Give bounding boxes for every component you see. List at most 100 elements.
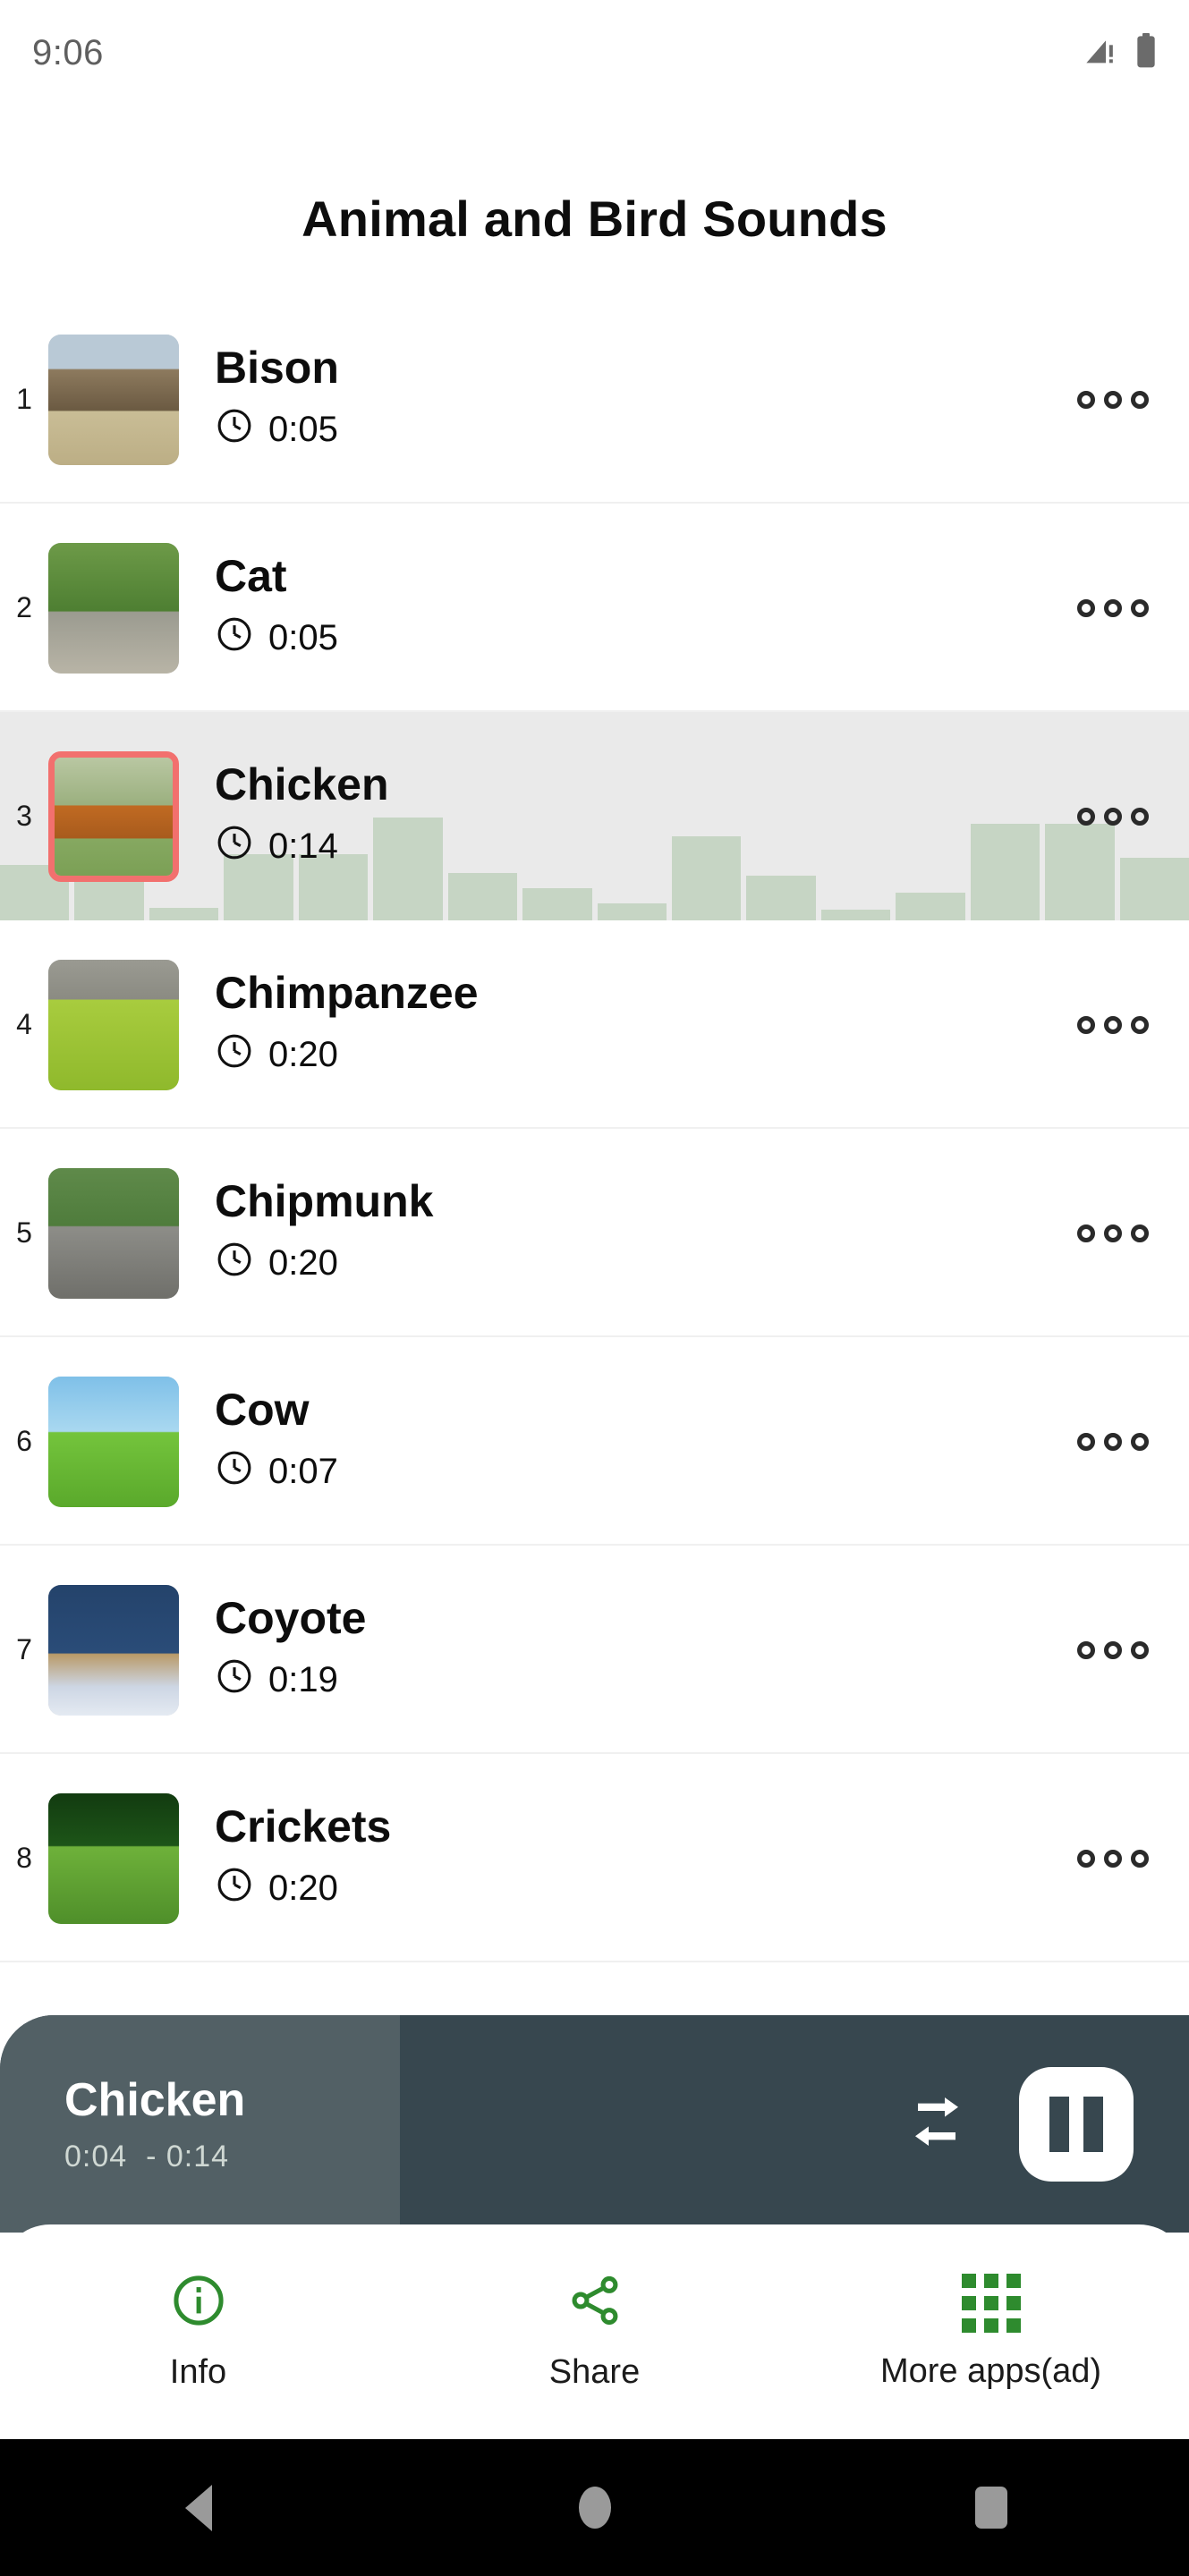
player-time-separator: - (146, 2140, 157, 2174)
list-item-index: 2 (16, 591, 32, 623)
list-item-name: Chipmunk (215, 1176, 434, 1227)
status-bar: 9:06 (0, 0, 1189, 106)
list-item-name: Chimpanzee (215, 968, 479, 1019)
bottom-nav-item-more-apps[interactable]: More apps(ad) (793, 2273, 1189, 2391)
player-time: 0:04 - 0:14 (64, 2140, 245, 2174)
list-item-meta: Chicken 0:14 (215, 761, 1037, 871)
list-item[interactable]: 3 Chicken 0:14 (0, 712, 1189, 920)
list-item-duration: 0:14 (215, 823, 1037, 871)
list-item-index: 1 (16, 383, 32, 415)
list-item[interactable]: 7 Coyote 0:19 (0, 1546, 1189, 1754)
list-item[interactable]: 5 Chipmunk 0:20 (0, 1129, 1189, 1337)
sound-list[interactable]: 1 Bison 0:05 2 Cat 0:05 3 Chicken 0:14 4 Chimpanze… (0, 295, 1189, 2021)
chipmunk-thumbnail (48, 1167, 179, 1299)
clock-icon (215, 1448, 254, 1496)
cellular-signal-warning-icon (1083, 33, 1119, 73)
more-options-icon[interactable] (1037, 598, 1189, 617)
list-item-thumbnail[interactable] (48, 542, 179, 674)
list-item-duration: 0:20 (215, 1240, 1037, 1288)
list-item-meta: Cow 0:07 (215, 1386, 1037, 1496)
share-icon (566, 2272, 624, 2334)
list-item-thumbnail[interactable] (48, 750, 179, 882)
list-item-duration-text: 0:14 (268, 826, 338, 867)
clock-icon (215, 823, 254, 871)
list-item-duration-text: 0:20 (268, 1868, 338, 1909)
list-item-duration-text: 0:05 (268, 410, 338, 450)
list-item-duration-text: 0:20 (268, 1035, 338, 1075)
list-item-meta: Chimpanzee 0:20 (215, 970, 1037, 1080)
more-options-icon[interactable] (1037, 1849, 1189, 1868)
list-item-meta: Cat 0:05 (215, 553, 1037, 663)
bottom-nav-label-more-apps: More apps(ad) (879, 2351, 1102, 2390)
list-item[interactable]: 8 Crickets 0:20 (0, 1754, 1189, 1962)
clock-icon (215, 1240, 254, 1288)
bison-thumbnail (48, 334, 179, 465)
apps-grid-icon (961, 2273, 1021, 2333)
more-options-icon[interactable] (1037, 1640, 1189, 1659)
more-options-icon[interactable] (1037, 1015, 1189, 1034)
list-item-thumbnail[interactable] (48, 334, 179, 465)
crickets-thumbnail (48, 1792, 179, 1924)
system-nav-back-button[interactable] (0, 2484, 396, 2531)
waveform-bar (1045, 824, 1115, 920)
player-time-current: 0:04 (64, 2140, 128, 2174)
list-item-duration: 0:20 (215, 1031, 1037, 1080)
bottom-nav-item-info[interactable]: Info (0, 2272, 396, 2392)
coyote-thumbnail (48, 1584, 179, 1716)
waveform-bar (522, 888, 592, 920)
waveform-bar (447, 873, 518, 920)
list-item-meta: Crickets 0:20 (215, 1803, 1037, 1913)
list-item-thumbnail[interactable] (48, 1376, 179, 1507)
list-item-name: Cow (215, 1385, 310, 1436)
list-item-index: 7 (16, 1633, 32, 1665)
back-triangle-icon (184, 2484, 212, 2531)
list-item[interactable]: 6 Cow 0:07 (0, 1337, 1189, 1546)
bottom-nav-label-info: Info (169, 2353, 227, 2391)
more-options-icon[interactable] (1037, 807, 1189, 826)
list-item-name: Bison (215, 343, 339, 394)
list-item-duration: 0:19 (215, 1657, 1037, 1705)
player-time-total: 0:14 (166, 2140, 230, 2174)
list-item-thumbnail[interactable] (48, 1792, 179, 1924)
list-item-duration-text: 0:19 (268, 1660, 338, 1700)
list-item-name: Chicken (215, 759, 389, 810)
list-item-thumbnail[interactable] (48, 1584, 179, 1716)
list-item-index: 8 (16, 1842, 32, 1874)
list-item[interactable]: 1 Bison 0:05 (0, 295, 1189, 504)
home-circle-icon (578, 2487, 611, 2529)
bottom-nav-item-share[interactable]: Share (396, 2272, 793, 2392)
list-divider (0, 1961, 1189, 1962)
list-item-name: Coyote (215, 1593, 367, 1644)
list-item-name: Crickets (215, 1801, 392, 1852)
repeat-icon[interactable] (904, 2089, 969, 2158)
recents-square-icon (974, 2487, 1007, 2529)
list-item-index: 4 (16, 1008, 32, 1040)
system-nav-recents-button[interactable] (793, 2487, 1189, 2529)
player-track-title: Chicken (64, 2074, 246, 2126)
list-item-index: 5 (16, 1216, 32, 1249)
clock-icon (215, 1031, 254, 1080)
player-controls (904, 2066, 1134, 2182)
more-options-icon[interactable] (1037, 1432, 1189, 1451)
pause-icon-bar-right (1083, 2096, 1103, 2152)
list-item[interactable]: 4 Chimpanzee 0:20 (0, 920, 1189, 1129)
list-item-thumbnail[interactable] (48, 1167, 179, 1299)
mini-player[interactable]: Chicken 0:04 - 0:14 (0, 2015, 1189, 2233)
status-bar-icons (1083, 32, 1157, 73)
list-item-duration-text: 0:20 (268, 1243, 338, 1284)
page-title: Animal and Bird Sounds (301, 191, 888, 247)
clock-icon (215, 1865, 254, 1913)
player-track-info: Chicken 0:04 - 0:14 (64, 2073, 245, 2174)
system-nav-home-button[interactable] (396, 2487, 793, 2529)
play-pause-button[interactable] (1019, 2066, 1134, 2182)
list-item-duration: 0:05 (215, 614, 1037, 663)
system-navigation-bar (0, 2439, 1189, 2576)
list-item[interactable]: 2 Cat 0:05 (0, 504, 1189, 712)
battery-full-icon (1135, 32, 1157, 73)
more-options-icon[interactable] (1037, 1224, 1189, 1242)
more-options-icon[interactable] (1037, 390, 1189, 409)
app-screen: 9:06 Animal and Bird Sounds 1 Bison 0:05 2 C… (0, 0, 1189, 2576)
waveform-bar (746, 875, 816, 920)
list-item-duration: 0:07 (215, 1448, 1037, 1496)
list-item-thumbnail[interactable] (48, 959, 179, 1090)
